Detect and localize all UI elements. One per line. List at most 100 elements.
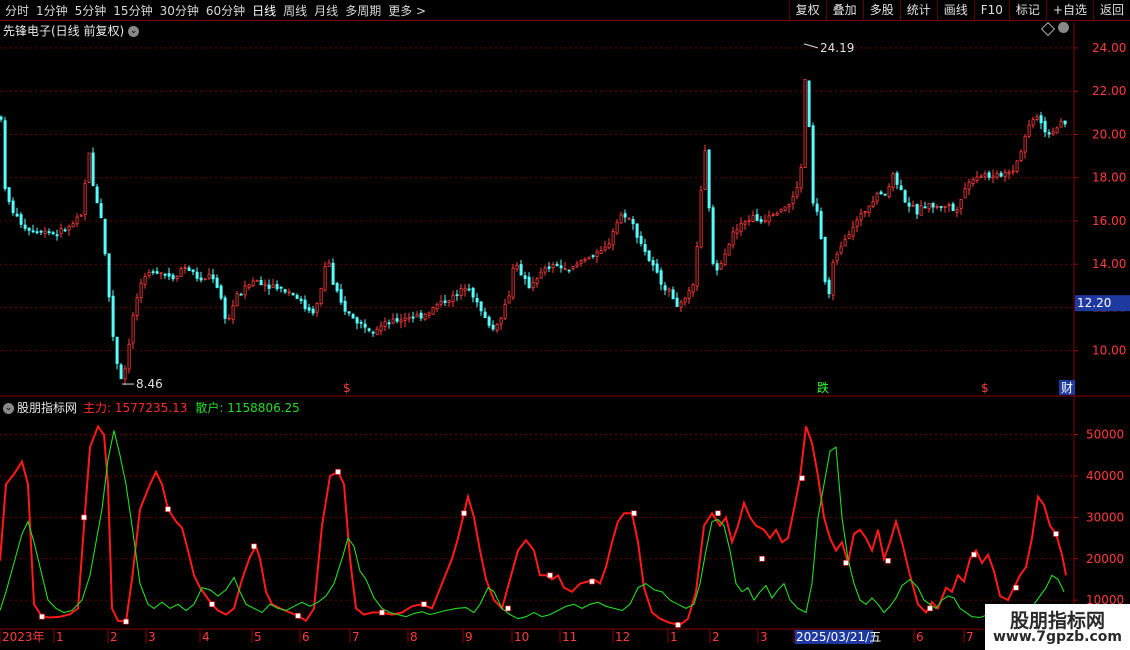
candle: [363, 319, 367, 333]
candle-body: [327, 262, 331, 268]
candle-body: [203, 278, 207, 281]
event-marker: 跌: [817, 380, 829, 395]
candle-body: [207, 273, 211, 279]
candle-body: [555, 263, 559, 266]
candle: [383, 317, 387, 332]
candle-body: [759, 219, 763, 223]
candle-body: [1051, 131, 1055, 135]
candle-body: [511, 267, 515, 298]
candle: [55, 229, 59, 241]
candle: [1055, 126, 1059, 134]
candle: [51, 230, 55, 236]
candle: [807, 80, 811, 128]
high-price-label: 24.19: [820, 41, 854, 55]
candle: [19, 211, 23, 228]
candle: [687, 286, 691, 304]
candle-body: [887, 186, 891, 197]
candle: [855, 216, 859, 233]
candle-body: [583, 258, 587, 262]
candle-body: [691, 284, 695, 293]
candle-body: [607, 243, 611, 249]
signal-marker: [715, 510, 721, 517]
candle-body: [499, 317, 503, 325]
candle: [319, 287, 323, 307]
time-label: 10: [514, 630, 529, 644]
candle: [347, 311, 351, 317]
candle-body: [683, 297, 687, 303]
candle-body: [187, 267, 191, 271]
candle-body: [587, 256, 591, 260]
candle-body: [551, 264, 555, 268]
candle-body: [131, 314, 135, 344]
candle: [719, 260, 723, 271]
indicator-chevron-icon[interactable]: ⌄: [3, 403, 14, 414]
candle: [899, 179, 903, 191]
candle-body: [455, 294, 459, 297]
candle: [631, 216, 635, 230]
candle: [179, 266, 183, 277]
candle-body: [1003, 171, 1007, 178]
candle: [743, 220, 747, 230]
candle-body: [411, 316, 415, 319]
candle: [731, 226, 735, 249]
candle-body: [35, 231, 39, 234]
price-tick-label: 20.00: [1092, 127, 1126, 141]
candle: [755, 208, 759, 222]
candle-body: [707, 149, 711, 209]
signal-marker: [335, 469, 341, 475]
candle-body: [619, 214, 623, 224]
candle: [339, 283, 343, 305]
candle: [619, 211, 623, 225]
chevron-down-icon[interactable]: ⌄: [128, 26, 140, 37]
candle-body: [839, 246, 843, 254]
candle-body: [75, 216, 79, 225]
candle: [991, 169, 995, 184]
candle: [487, 315, 491, 329]
candle-body: [59, 228, 63, 235]
stock-title: 先锋电子(日线 前复权): [3, 24, 125, 38]
candle: [571, 265, 575, 271]
chart-canvas[interactable]: 10.0012.0014.0016.0018.0020.0022.0024.00…: [0, 0, 1130, 650]
price-tick-label: 18.00: [1092, 171, 1126, 185]
candle-body: [335, 283, 339, 292]
high-arrow: [803, 43, 819, 49]
candle-body: [579, 260, 583, 264]
candle-body: [1019, 151, 1023, 162]
time-label: 4: [202, 630, 210, 644]
signal-marker: [759, 555, 765, 562]
candle-body: [1055, 127, 1059, 134]
candle: [543, 265, 547, 276]
candle: [167, 267, 171, 281]
candle-body: [695, 246, 699, 287]
candle-body: [711, 207, 715, 264]
retail-line: [0, 430, 1065, 620]
candle: [611, 228, 615, 251]
candle-body: [43, 230, 47, 235]
candle-body: [1047, 132, 1051, 135]
candle-body: [507, 295, 511, 304]
candle: [795, 181, 799, 200]
candle-body: [447, 300, 451, 304]
candle: [299, 296, 303, 305]
candle-body: [259, 280, 263, 286]
candle: [1047, 129, 1051, 138]
candle: [939, 206, 943, 212]
candle: [435, 302, 439, 313]
candle-body: [459, 288, 463, 296]
candle-body: [807, 80, 811, 127]
candle: [35, 227, 39, 235]
signal-marker: [461, 510, 467, 517]
signal-marker: [631, 510, 637, 517]
candle: [955, 206, 959, 218]
candle-body: [963, 188, 967, 199]
candle: [871, 195, 875, 209]
candle-body: [935, 206, 939, 208]
settings-circle-icon[interactable]: [1058, 22, 1069, 33]
signal-marker: [885, 558, 891, 564]
candle-body: [911, 204, 915, 207]
candle-body: [947, 204, 951, 207]
candle: [323, 261, 327, 292]
candle: [127, 338, 131, 374]
time-label: 7: [966, 630, 974, 644]
candle: [827, 277, 831, 299]
